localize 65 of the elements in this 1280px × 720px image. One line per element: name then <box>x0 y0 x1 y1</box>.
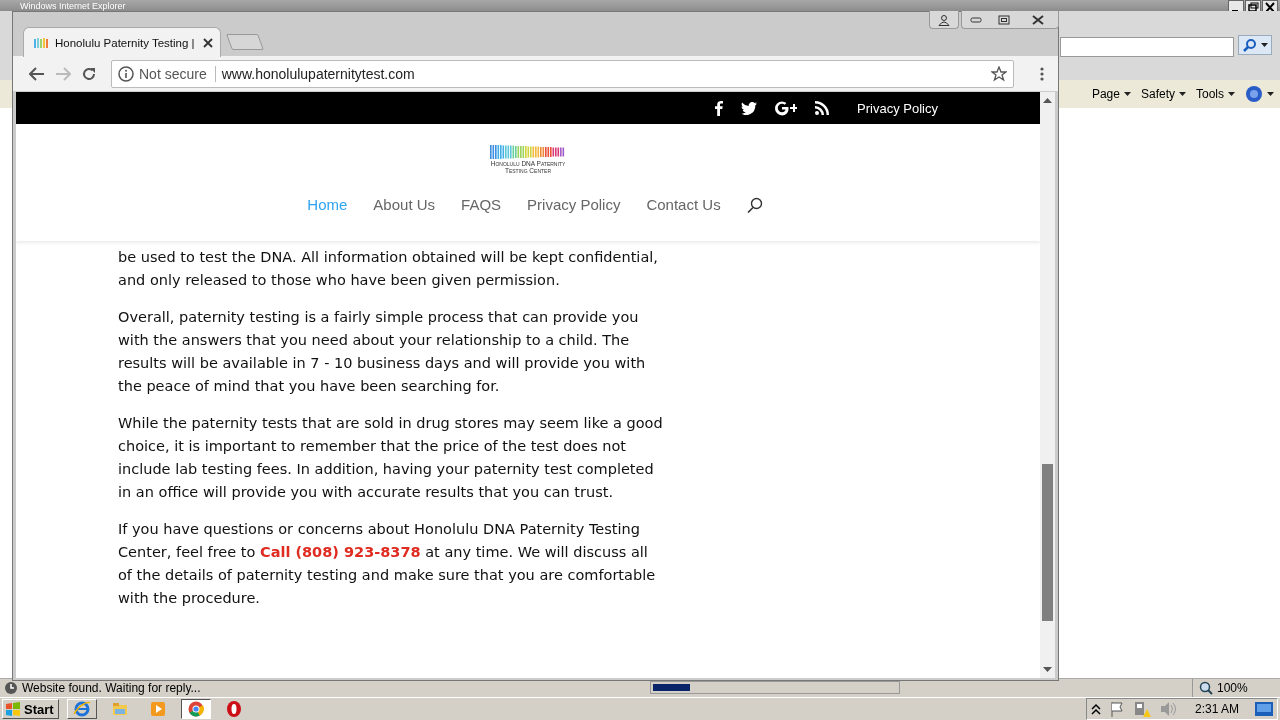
caret-icon <box>1260 43 1268 47</box>
url-text: www.honolulupaternitytest.com <box>221 65 416 82</box>
clock[interactable]: 2:31 AM <box>1194 702 1239 716</box>
restore-icon <box>998 14 1010 25</box>
zoom-icon <box>1199 681 1213 695</box>
back-button[interactable] <box>29 66 45 81</box>
minimize-icon[interactable] <box>1228 0 1244 11</box>
address-bar[interactable]: Not secure www.honolulupaternitytest.com <box>111 59 1014 88</box>
ie-icon <box>72 700 91 718</box>
scrollbar[interactable] <box>1040 92 1055 678</box>
menu-button[interactable]: Safety <box>1140 87 1186 101</box>
security-label: Not secure <box>139 65 207 82</box>
nav-link[interactable]: Contact Us <box>646 196 721 213</box>
caret-icon <box>1123 92 1131 96</box>
reload-button[interactable] <box>81 65 97 82</box>
close-icon[interactable] <box>203 37 213 48</box>
info-icon <box>118 65 134 82</box>
taskbar-app-button[interactable] <box>180 699 211 719</box>
caret-icon <box>1179 92 1186 96</box>
facebook-icon[interactable] <box>714 100 724 116</box>
help-button[interactable] <box>1245 85 1274 103</box>
search-button[interactable] <box>1238 35 1272 55</box>
caret-icon <box>1267 92 1274 96</box>
rss-icon[interactable] <box>815 101 830 115</box>
folder-icon <box>110 700 129 718</box>
forward-arrow-icon <box>55 66 71 81</box>
caret-icon <box>1228 92 1235 96</box>
flag-icon[interactable] <box>1108 701 1125 717</box>
reload-icon <box>81 65 97 82</box>
paragraph: While the paternity tests that are sold in drug stores may seem like a good choice, it is important to remember that the price of the test does not include lab testing fees. In addition, having your paternity test completed in an office will provide you with accurate results that you can trust. <box>118 414 663 502</box>
search-field[interactable] <box>1060 37 1234 57</box>
search-icon <box>1242 38 1257 52</box>
site-favicon-icon <box>33 35 49 50</box>
nav-link[interactable]: Privacy Policy <box>527 196 621 213</box>
help-icon <box>1245 85 1263 103</box>
scrollbar-thumb[interactable] <box>1042 464 1053 621</box>
paragraph: Overall, paternity testing is a fairly simple process that can provide you with the answers that you need about your relationship to a child. The results will be available in 7 - 10 business days and will provide you with the peace of mind that you have been searching for. <box>118 308 647 396</box>
browser-tab[interactable]: Honolulu Paternity Testing | <box>23 27 221 57</box>
chevron-up-icon[interactable] <box>1090 703 1101 715</box>
paragraph: be used to test the DNA. All information obtained will be kept confidential, and only released to those who have been given permission. <box>118 248 659 290</box>
menu-icon <box>1040 65 1044 82</box>
status-text: Website found. Waiting for reply... <box>22 681 201 695</box>
person-icon <box>938 13 950 26</box>
barcode-logo-icon <box>490 144 566 160</box>
nav-link[interactable]: FAQS <box>461 196 502 213</box>
loading-icon <box>4 681 18 695</box>
windows-logo-icon <box>5 702 21 716</box>
minimize-icon <box>970 16 982 23</box>
search-icon[interactable] <box>746 196 763 213</box>
menu-button[interactable]: Tools <box>1196 87 1235 101</box>
network-warning-icon[interactable] <box>1132 700 1151 718</box>
star-icon[interactable] <box>991 65 1007 82</box>
menu-button[interactable]: Page <box>1091 87 1131 101</box>
g-plus-icon[interactable] <box>775 100 798 116</box>
close-icon <box>1032 14 1044 25</box>
window-title: Windows Internet Explorer <box>20 1 126 11</box>
chrome-icon <box>186 700 205 718</box>
scroll-down-icon[interactable] <box>1043 667 1052 672</box>
nav-link[interactable]: About Us <box>373 196 436 213</box>
paragraph: If you have questions or concerns about Honolulu DNA Paternity Testing Center, feel free to Call (808) 923-8378 at any time. We will discuss all of the details of paternity testing and make sure that you are comfortable with the procedure. <box>118 520 657 608</box>
back-arrow-icon <box>29 66 45 81</box>
start-button[interactable]: Start <box>2 699 59 719</box>
privacy-policy-link[interactable]: Privacy Policy <box>857 100 938 116</box>
scroll-up-icon[interactable] <box>1043 98 1052 103</box>
bird-icon[interactable] <box>741 101 758 115</box>
